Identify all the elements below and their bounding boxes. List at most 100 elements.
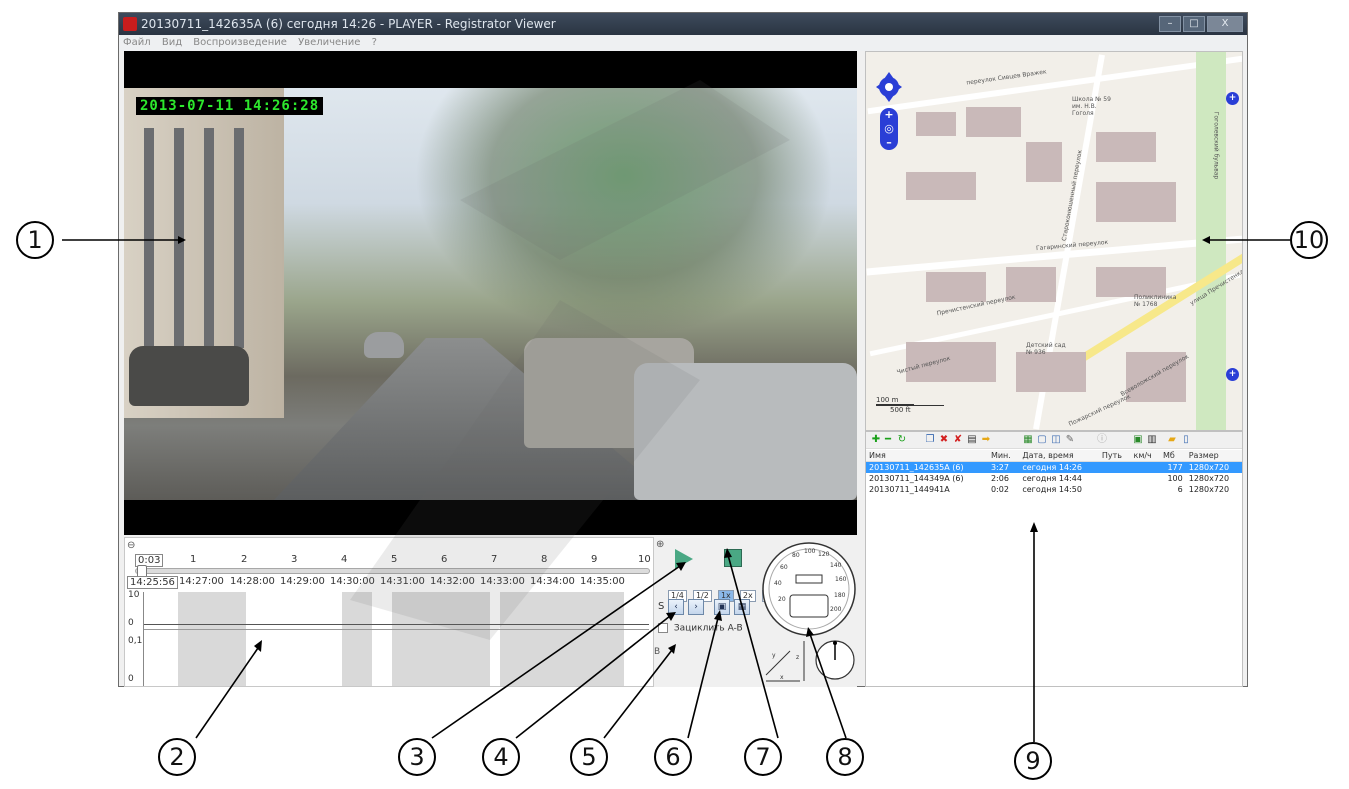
map-boulevard — [1196, 52, 1226, 430]
snapshot-button[interactable]: ▣ — [714, 599, 730, 615]
graph-line — [144, 629, 649, 630]
frame-icon[interactable]: ▢ — [1036, 434, 1048, 446]
street-label: Пожарский переулок — [1067, 393, 1132, 428]
delete-all-icon[interactable]: ✘ — [952, 434, 964, 446]
column-minutes[interactable]: Мин. — [987, 450, 1020, 462]
refresh-icon[interactable]: ↻ — [896, 434, 908, 446]
scale-number: 8 — [541, 554, 548, 565]
image-icon[interactable]: ▣ — [1132, 434, 1144, 446]
map-building — [1026, 142, 1062, 182]
table-row[interactable]: 20130711_142635A (6) 3:27 сегодня 14:26 … — [866, 461, 1242, 473]
map-view[interactable]: переулок Сивцев Вражек Староконюшенный п… — [865, 51, 1243, 431]
column-size-mb[interactable]: Мб — [1159, 450, 1186, 462]
scale-number: 5 — [391, 554, 398, 565]
export-button[interactable]: ▦ — [734, 599, 750, 615]
table-row[interactable]: 20130711_144941A 0:02 сегодня 14:50 6 12… — [866, 484, 1242, 495]
loop-checkbox[interactable] — [658, 623, 668, 633]
timeline-panel[interactable]: ⊖ 0:03 1 2 3 4 5 6 7 8 9 10 14:25:56 14:… — [124, 537, 654, 687]
column-path[interactable]: Путь — [1098, 450, 1131, 462]
graph-line — [144, 624, 649, 625]
file-speed — [1130, 484, 1159, 495]
remove-icon[interactable]: ━ — [882, 434, 894, 446]
maximize-button[interactable]: □ — [1183, 16, 1205, 32]
poi-label: Школа № 59 им. Н.В. Гоголя — [1072, 96, 1111, 117]
map-icon[interactable]: ▦ — [1022, 434, 1034, 446]
scale-number: 9 — [591, 554, 598, 565]
zoom-in-icon[interactable]: ⊕ — [656, 539, 664, 550]
menu-help[interactable]: ? — [368, 35, 381, 51]
column-datetime[interactable]: Дата, время — [1019, 450, 1099, 462]
speedometer-gauge: 20 40 60 80 100 120 140 160 180 200 — [762, 542, 856, 636]
loop-ab[interactable]: Зациклить A-B — [658, 623, 743, 634]
map-globe-icon[interactable]: ◎ — [880, 122, 898, 136]
file-name: 20130711_142635A (6) — [866, 461, 988, 473]
map-building — [1016, 352, 1086, 392]
gauge-tick: 20 — [778, 596, 786, 603]
file-resolution: 1280x720 — [1185, 461, 1242, 473]
street-label: Гоголевский бульвар — [1212, 111, 1220, 180]
menu-view[interactable]: Вид — [158, 35, 186, 51]
column-name[interactable]: Имя — [866, 450, 988, 462]
video-player[interactable]: 2013-07-11 14:26:28 — [124, 51, 857, 535]
menu-playback[interactable]: Воспроизведение — [189, 35, 291, 51]
step-back-button[interactable]: ‹ — [668, 599, 684, 615]
map-street — [867, 55, 1242, 115]
time-tick: 14:33:00 — [480, 576, 525, 587]
timeline-track[interactable] — [135, 568, 650, 574]
time-row: 14:25:56 14:27:00 14:28:00 14:29:00 14:3… — [127, 576, 652, 590]
close-button[interactable]: X — [1207, 16, 1243, 32]
building-window — [174, 128, 184, 348]
step-forward-button[interactable]: › — [688, 599, 704, 615]
copy-icon[interactable]: ❐ — [924, 434, 936, 446]
map-pan-icon[interactable] — [876, 72, 902, 102]
map-hospital-icon: + — [1226, 368, 1239, 381]
graph-y-label: 0 — [128, 618, 134, 628]
column-resolution[interactable]: Размер — [1185, 450, 1242, 462]
folder-icon[interactable]: ▰ — [1166, 434, 1178, 446]
telemetry-graph: 10 0 0,1 0 — [128, 590, 649, 686]
map-building — [1096, 182, 1176, 222]
file-table: Имя Мин. Дата, время Путь км/ч Мб Размер… — [866, 450, 1242, 495]
file-resolution: 1280x720 — [1188, 474, 1230, 483]
add-icon[interactable]: ✚ — [870, 434, 882, 446]
minimize-button[interactable]: – — [1159, 16, 1181, 32]
stop-button[interactable] — [724, 549, 742, 567]
menu-bar: Файл Вид Воспроизведение Увеличение ? — [119, 35, 1247, 51]
svg-text:z: z — [796, 654, 799, 661]
gauge-tick: 140 — [830, 562, 842, 569]
film-icon[interactable]: ▥ — [1146, 434, 1158, 446]
column-speed[interactable]: км/ч — [1130, 450, 1160, 462]
title-bar[interactable]: 20130711_142635A (6) сегодня 14:26 - PLA… — [119, 13, 1247, 35]
map-zoom-in-icon[interactable]: + — [880, 108, 898, 122]
play-button[interactable] — [675, 549, 693, 569]
map-building — [926, 272, 986, 302]
svg-text:x: x — [780, 674, 784, 681]
callout-4: 4 — [482, 738, 520, 776]
poi-label: Детский сад № 936 — [1026, 342, 1066, 356]
delete-icon[interactable]: ✖ — [938, 434, 950, 446]
info-icon[interactable]: ⓘ — [1096, 434, 1108, 446]
table-row[interactable]: 20130711_144349A (6) 2:06 сегодня 14:44 … — [866, 473, 1242, 484]
file-speed — [1130, 461, 1160, 473]
callout-3: 3 — [398, 738, 436, 776]
zoom-out-icon[interactable]: ⊖ — [127, 540, 135, 551]
map-scale-bar: 100 m 500 ft — [876, 396, 944, 422]
menu-file[interactable]: Файл — [119, 35, 155, 51]
file-minutes: 0:02 — [990, 485, 1009, 494]
file-date: сегодня 14:26 — [1019, 461, 1099, 473]
layers-icon[interactable]: ◫ — [1050, 434, 1062, 446]
document-icon[interactable]: ▯ — [1180, 434, 1192, 446]
time-tick: 14:27:00 — [179, 576, 224, 587]
step-label: S — [658, 601, 665, 612]
menu-zoom[interactable]: Увеличение — [294, 35, 364, 51]
map-building — [1096, 267, 1166, 297]
map-building — [906, 172, 976, 200]
map-zoom-out-icon[interactable]: – — [880, 136, 898, 150]
export-arrow-icon[interactable]: ➡ — [980, 434, 992, 446]
file-minutes: 3:27 — [987, 461, 1020, 473]
callout-9: 9 — [1014, 742, 1052, 780]
time-tick: 14:35:00 — [580, 576, 625, 587]
settings-icon[interactable]: ✎ — [1064, 434, 1076, 446]
save-icon[interactable]: ▤ — [966, 434, 978, 446]
map-zoom-control[interactable]: + ◎ – — [880, 108, 898, 150]
